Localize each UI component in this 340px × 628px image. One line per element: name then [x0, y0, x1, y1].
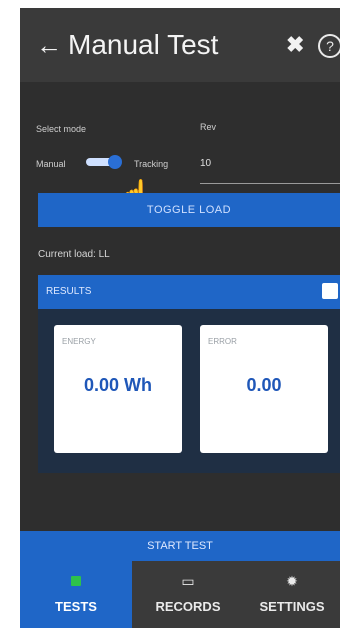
- results-header: RESULTS: [38, 275, 340, 309]
- tracking-label: Tracking: [134, 159, 169, 169]
- select-mode-label: Select mode: [36, 124, 87, 134]
- wrench-cross-icon[interactable]: ✖: [286, 32, 304, 58]
- folder-icon: ▭: [181, 573, 195, 589]
- energy-value: 0.00 Wh: [83, 375, 153, 395]
- bottom-nav: TESTS ▭ RECORDS ✹ SETTINGS: [20, 561, 340, 628]
- main-content: Select mode Manual Tracking Rev 10 ☝ TOG…: [20, 82, 340, 534]
- tab-records-label: RECORDS: [155, 599, 221, 614]
- tab-settings[interactable]: ✹ SETTINGS: [244, 561, 340, 628]
- page-title: Manual Test: [68, 29, 219, 60]
- results-label: RESULTS: [46, 286, 92, 297]
- rev-input-underline: [200, 183, 340, 184]
- rev-input[interactable]: 10: [200, 158, 211, 169]
- results-checkbox[interactable]: [322, 283, 338, 299]
- current-load-text: Current load: LL: [38, 249, 110, 260]
- rev-label: Rev: [200, 122, 217, 132]
- toggle-load-button[interactable]: TOGGLE LOAD: [38, 193, 340, 227]
- arrow-left-icon[interactable]: ←: [36, 30, 62, 60]
- app-bar: ← Manual Test ✖ ?: [20, 8, 340, 82]
- manual-label: Manual: [36, 159, 66, 169]
- switch-knob: [108, 155, 122, 169]
- energy-label: ENERGY: [62, 337, 96, 346]
- tab-records[interactable]: ▭ RECORDS: [132, 561, 244, 628]
- results-panel: RESULTS ENERGY 0.00 Wh ERROR 0.00: [38, 275, 340, 473]
- tab-tests[interactable]: TESTS: [20, 561, 132, 628]
- tab-settings-label: SETTINGS: [259, 599, 325, 614]
- error-card: ERROR 0.00: [200, 325, 328, 453]
- mode-toggle-switch[interactable]: [86, 155, 122, 169]
- tab-tests-label: TESTS: [55, 599, 97, 614]
- energy-card: ENERGY 0.00 Wh: [54, 325, 182, 453]
- app-screen: ← Manual Test ✖ ? Select mode Manual Tra…: [20, 8, 340, 628]
- error-value: 0.00: [246, 375, 282, 395]
- gear-icon: ✹: [286, 573, 298, 589]
- question-icon[interactable]: ?: [318, 34, 340, 58]
- error-label: ERROR: [208, 337, 237, 346]
- tests-icon: [20, 573, 132, 589]
- start-test-button[interactable]: START TEST: [20, 531, 340, 561]
